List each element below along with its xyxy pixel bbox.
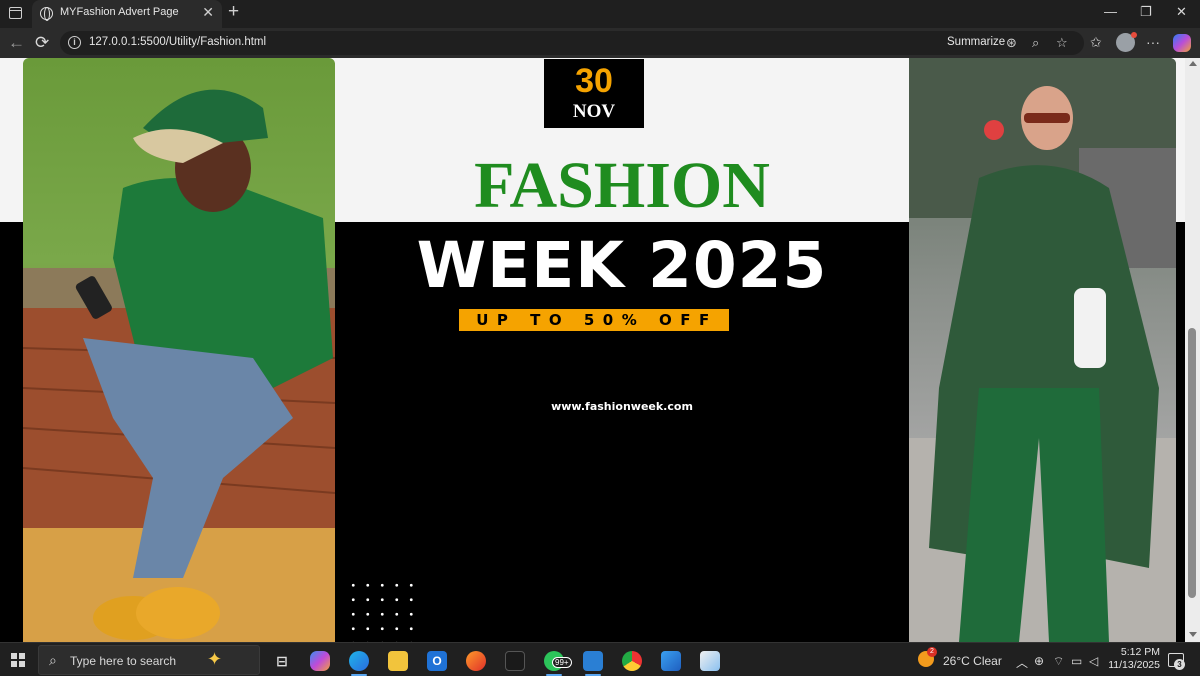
right-model-photo <box>909 58 1176 642</box>
favorites-icon[interactable]: ✩ <box>1090 34 1102 51</box>
browser-tab[interactable]: MYFashion Advert Page ✕ <box>32 0 222 28</box>
close-tab-icon[interactable]: ✕ <box>202 4 214 21</box>
reader-icon[interactable]: ⊛ <box>1006 35 1017 51</box>
reload-button[interactable]: ⟳ <box>35 33 49 53</box>
search-icon: ⌕ <box>49 652 57 668</box>
favorite-star-icon[interactable]: ☆ <box>1056 35 1068 51</box>
scroll-up-arrow-icon[interactable] <box>1189 61 1197 66</box>
new-tab-button[interactable]: + <box>228 1 239 23</box>
left-model-illustration <box>23 89 335 642</box>
start-button[interactable] <box>11 653 25 667</box>
maximize-button[interactable]: ❐ <box>1140 4 1152 20</box>
windows-taskbar: ⌕ Type here to search ✦ ⊟ O 2 26°C Clear… <box>0 642 1200 676</box>
zoom-icon[interactable]: ⌕ <box>1032 35 1039 51</box>
search-placeholder: Type here to search <box>70 654 177 668</box>
white-bag <box>1074 288 1106 368</box>
sunglasses <box>1024 113 1070 123</box>
taskbar-search[interactable]: ⌕ Type here to search ✦ <box>38 645 260 675</box>
clock-date: 11/13/2025 <box>1108 659 1160 671</box>
vscode-icon[interactable] <box>583 651 603 676</box>
sparkle-icon: ✦ <box>207 649 223 669</box>
website-link[interactable]: www.fashionweek.com <box>335 400 909 413</box>
show-hidden-icons-icon[interactable]: ︿ <box>1016 654 1028 671</box>
browser-tab-bar: MYFashion Advert Page ✕ + — ❐ ✕ <box>0 0 1200 28</box>
menu-icon[interactable]: ··· <box>1146 34 1160 50</box>
scroll-thumb[interactable] <box>1188 328 1196 598</box>
back-button[interactable]: ← <box>8 33 25 53</box>
language-icon[interactable]: ⊕ <box>1034 654 1044 668</box>
url-text[interactable]: 127.0.0.1:5500/Utility/Fashion.html <box>89 36 266 48</box>
summarize-button[interactable]: Summarize <box>947 36 1005 48</box>
window-icon[interactable] <box>9 7 22 19</box>
discount-banner: UP TO 50% OFF <box>459 309 729 331</box>
tab-title: MYFashion Advert Page <box>60 6 179 18</box>
firefox-icon[interactable] <box>466 651 486 671</box>
figma-icon[interactable] <box>505 651 525 671</box>
decorative-dot-grid <box>346 578 416 642</box>
paint-icon[interactable] <box>700 651 720 671</box>
notification-count: 3 <box>1174 659 1185 670</box>
headline-fashion: FASHION <box>474 149 770 222</box>
globe-icon <box>40 7 53 21</box>
whatsapp-badge: 99+ <box>552 657 572 668</box>
minimize-button[interactable]: — <box>1104 4 1117 19</box>
file-explorer-icon[interactable] <box>388 651 408 671</box>
right-model-illustration <box>909 58 1176 642</box>
headline-week-2025: WEEK 2025 <box>416 229 828 302</box>
weather-text[interactable]: 26°C Clear <box>943 654 1002 668</box>
traffic-light <box>984 120 1004 140</box>
clock[interactable]: 5:12 PM 11/13/2025 <box>1108 646 1160 672</box>
right-boot <box>136 587 220 639</box>
weather-badge: 2 <box>927 647 937 657</box>
profile-avatar-icon[interactable] <box>1116 32 1137 52</box>
network-icon[interactable]: ⌔ <box>1053 654 1064 669</box>
left-model-photo <box>23 58 335 642</box>
copilot-icon[interactable] <box>1173 34 1191 52</box>
volume-icon[interactable]: ◁ <box>1089 654 1098 668</box>
info-icon[interactable]: i <box>68 36 81 49</box>
address-bar[interactable]: i 127.0.0.1:5500/Utility/Fashion.html Su… <box>60 31 1084 55</box>
date-month: NOV <box>572 101 616 122</box>
outlook-icon[interactable]: O <box>427 651 447 671</box>
scroll-down-arrow-icon[interactable] <box>1189 632 1197 637</box>
chrome-icon[interactable] <box>622 651 642 671</box>
edge-icon[interactable] <box>349 651 369 676</box>
clock-time: 5:12 PM <box>1120 646 1160 658</box>
close-window-button[interactable]: ✕ <box>1176 4 1187 20</box>
date-badge: 30 NOV <box>544 59 644 128</box>
copilot-app-icon[interactable] <box>310 651 330 671</box>
page-viewport: 30 NOV FASHION WEEK 2025 UP TO 50% OFF w… <box>0 58 1200 642</box>
task-view-icon[interactable]: ⊟ <box>272 651 292 671</box>
battery-icon[interactable]: ▭ <box>1071 654 1082 668</box>
browser-toolbar: ← ⟳ i 127.0.0.1:5500/Utility/Fashion.htm… <box>0 28 1200 58</box>
photos-icon[interactable] <box>661 651 681 671</box>
date-day: 30 <box>575 62 613 100</box>
